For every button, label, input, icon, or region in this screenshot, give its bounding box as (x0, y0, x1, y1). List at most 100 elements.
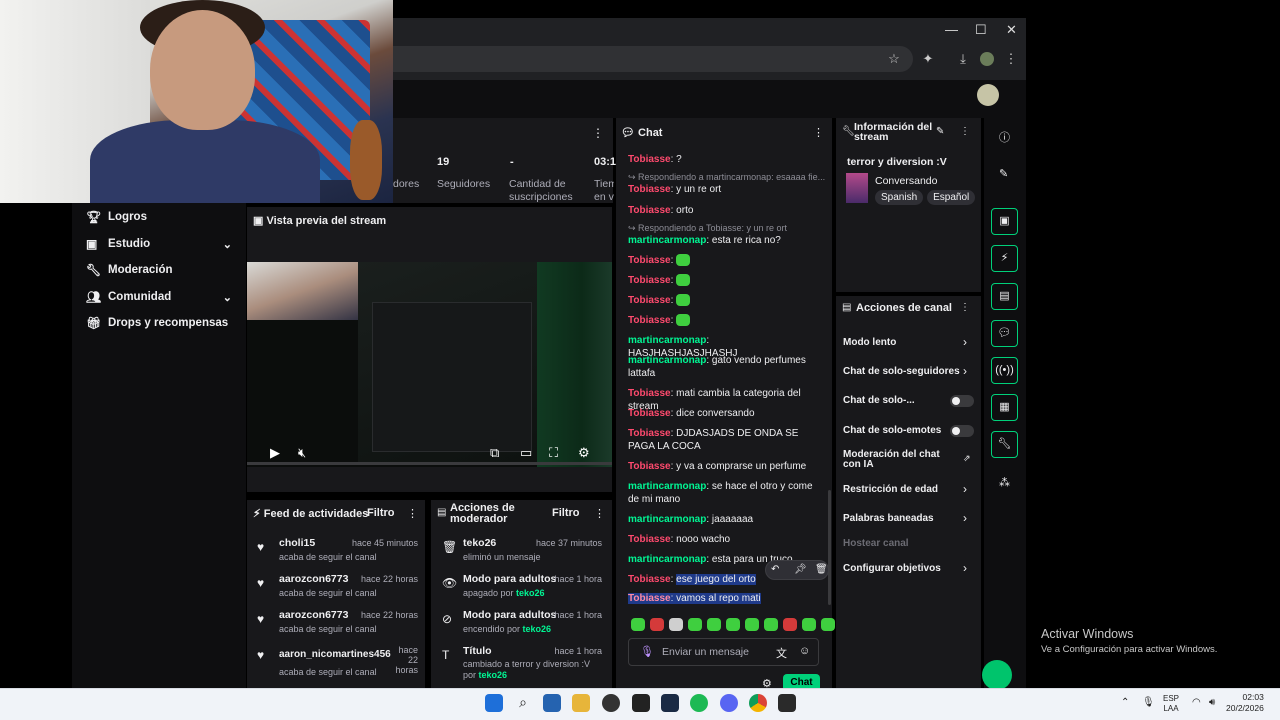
settings-gear-icon[interactable]: ⚙ (578, 445, 590, 461)
edit-icon[interactable]: ✎ (999, 167, 1008, 180)
chat-message[interactable]: Tobiasse: vamos al repo mati (628, 592, 820, 605)
pin-icon[interactable]: 📌︎ (794, 564, 807, 575)
action-followers-only[interactable]: Chat de solo-seguidores (843, 366, 960, 377)
chat-message[interactable]: Tobiasse: (628, 274, 820, 287)
volume-icon[interactable]: 🔊︎ (1209, 697, 1215, 708)
action-age-restriction[interactable]: Restricción de edad (843, 484, 938, 495)
chat-menu-icon[interactable]: ⋮ (813, 126, 824, 139)
action-ai-moderation[interactable]: Moderación del chat con IA (843, 450, 958, 470)
store-icon[interactable] (543, 694, 561, 712)
nav-item-moderacion[interactable]: 🔧︎ Moderación (86, 260, 173, 280)
chevron-right-icon[interactable]: › (963, 335, 967, 349)
address-bar[interactable] (393, 46, 913, 72)
chrome-icon[interactable] (749, 694, 767, 712)
mic-tray-icon[interactable]: 🎙︎ (1142, 697, 1155, 708)
feed-item-name[interactable]: aarozcon6773 (279, 573, 348, 585)
rail-stream-button[interactable]: ▣ (991, 208, 1018, 235)
action-banned-words[interactable]: Palabras baneadas (843, 513, 934, 524)
nav-item-estudio[interactable]: ▣ Estudio ⌄ (86, 234, 232, 254)
subs-only-toggle[interactable] (950, 395, 974, 407)
chat-message[interactable]: Tobiasse: nooo wacho (628, 533, 820, 546)
app-icon[interactable] (602, 694, 620, 712)
mic-icon[interactable]: 🎙︎ (640, 645, 654, 658)
nav-item-logros[interactable]: 🏆︎ Logros (86, 207, 147, 227)
delete-icon[interactable]: 🗑︎ (815, 564, 828, 575)
chat-message[interactable]: martincarmonap: gato vendo perfumes latt… (628, 354, 820, 380)
feed-menu-icon[interactable]: ⋮ (407, 507, 418, 520)
rail-chat-button[interactable]: 💬︎ (991, 320, 1018, 347)
action-slow-mode[interactable]: Modo lento (843, 337, 896, 348)
emotes-only-toggle[interactable] (950, 425, 974, 437)
feed-item-name[interactable]: aaron_nicomartines456 (279, 649, 391, 660)
windows-start-icon[interactable] (485, 694, 503, 712)
close-button[interactable]: ✕ (1006, 22, 1017, 38)
chevron-right-icon[interactable]: › (963, 482, 967, 496)
chevron-right-icon[interactable]: › (963, 511, 967, 525)
chat-message[interactable]: martincarmonap: esta re rica no? (628, 234, 820, 247)
mod-item-name[interactable]: Título (463, 645, 492, 657)
chat-message[interactable]: Tobiasse: y va a comprarse un perfume (628, 460, 820, 473)
wifi-icon[interactable]: ◠ (1192, 697, 1201, 708)
feed-item-name[interactable]: aarozcon6773 (279, 609, 348, 621)
spotify-icon[interactable] (690, 694, 708, 712)
emoji-icon[interactable]: ☺ (799, 645, 810, 657)
pip-icon[interactable]: ⧉ (490, 445, 499, 461)
rail-broadcast-button[interactable]: ((•)) (991, 357, 1018, 384)
epic-games-icon[interactable] (632, 694, 650, 712)
steam-icon[interactable] (661, 694, 679, 712)
bookmark-star-icon[interactable]: ☆ (885, 50, 903, 68)
emote-bar[interactable] (631, 618, 840, 634)
feed-item-name[interactable]: choli15 (279, 537, 315, 549)
rail-wrench-button[interactable]: 🔧︎ (991, 431, 1018, 458)
user-avatar[interactable] (977, 84, 999, 106)
translate-icon[interactable]: 文 (776, 645, 787, 661)
chevron-right-icon[interactable]: › (963, 561, 967, 575)
rail-mod-button[interactable]: ▦ (991, 394, 1018, 421)
info-menu-icon[interactable]: ⋮ (960, 126, 970, 137)
tray-chevron-icon[interactable]: ⌃ (1121, 697, 1129, 708)
info-icon[interactable]: ⓘ (999, 129, 1010, 145)
stream-video[interactable] (247, 262, 612, 467)
chat-message[interactable]: Tobiasse: dice conversando (628, 407, 820, 420)
stats-menu-icon[interactable]: ⋮ (592, 126, 604, 140)
reply-icon[interactable]: ↶ (771, 564, 779, 575)
download-icon[interactable]: ⤓ (954, 50, 972, 68)
rail-notes-button[interactable]: ▤ (991, 283, 1018, 310)
chat-message[interactable]: Tobiasse: DJDASJADS DE ONDA SE PAGA LA C… (628, 427, 820, 453)
rail-bolt-button[interactable]: ⚡︎ (991, 245, 1018, 272)
chat-scrollbar[interactable] (828, 490, 831, 605)
video-progress[interactable] (247, 462, 612, 465)
apps-icon[interactable]: ⁂ (999, 476, 1010, 489)
chevron-right-icon[interactable]: › (963, 364, 967, 378)
external-link-icon[interactable]: ⇗ (963, 453, 971, 464)
category-name[interactable]: Conversando (875, 175, 937, 187)
chat-message[interactable]: martincarmonap: se hace el otro y come d… (628, 480, 820, 506)
nav-item-comunidad[interactable]: 👥︎ Comunidad ⌄ (86, 287, 232, 307)
mod-filter-button[interactable]: Filtro (552, 507, 580, 519)
nav-item-drops[interactable]: 🎁︎ Drops y recompensas (86, 313, 228, 333)
help-button[interactable] (982, 660, 1012, 690)
chat-message[interactable]: martincarmonap: jaaaaaaa (628, 513, 820, 526)
mod-item-name[interactable]: teko26 (463, 537, 496, 549)
file-explorer-icon[interactable] (572, 694, 590, 712)
taskbar-clock[interactable]: 02:03 20/2/2026 (1226, 692, 1264, 714)
language-indicator[interactable]: ESP LAA (1163, 694, 1179, 714)
feed-filter-button[interactable]: Filtro (367, 507, 395, 519)
chat-message[interactable]: Tobiasse: (628, 294, 820, 307)
edit-icon[interactable]: ✎ (936, 126, 944, 137)
play-icon[interactable]: ▶ (270, 445, 280, 461)
tag[interactable]: Español (927, 190, 976, 205)
theatre-icon[interactable]: ▭ (520, 445, 532, 461)
app-icon[interactable] (778, 694, 796, 712)
chat-message[interactable]: Tobiasse: (628, 314, 820, 327)
search-icon[interactable]: ⌕ (514, 694, 532, 712)
action-goals[interactable]: Configurar objetivos (843, 563, 941, 574)
mute-icon[interactable]: 🔇︎ (298, 445, 306, 461)
profile-icon[interactable] (980, 52, 994, 66)
chat-message[interactable]: Tobiasse: (628, 254, 820, 267)
minimize-button[interactable]: — (945, 22, 958, 37)
maximize-button[interactable]: ☐ (975, 22, 987, 38)
tag[interactable]: Spanish (875, 190, 924, 205)
chat-message[interactable]: Tobiasse: ? (628, 153, 820, 166)
browser-menu-icon[interactable]: ⋮ (1002, 50, 1020, 68)
